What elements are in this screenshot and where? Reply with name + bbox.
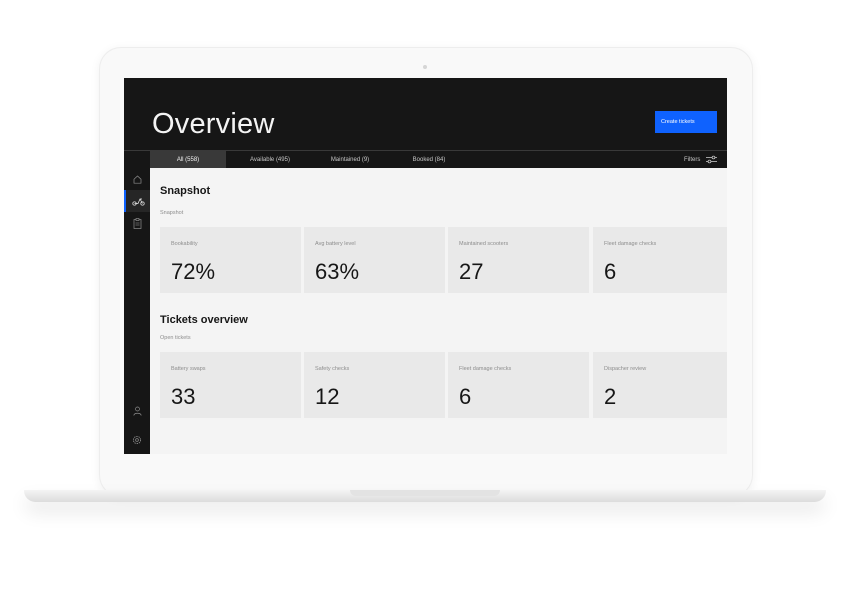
home-icon [133,175,141,184]
ticket-tile: Safety checks 12 [304,352,445,418]
clipboard-icon [133,217,141,229]
kpi-value: 63% [315,259,360,284]
kpi-tile: Maintained scooters 27 [448,227,589,293]
create-tickets-button[interactable]: Create tickets [655,111,717,133]
ticket-label: Fleet damage checks [459,366,512,372]
ticket-tile: Fleet damage checks 6 [448,352,589,418]
kpi-label: Maintained scooters [459,241,509,247]
kpi-tile: Avg battery level 63% [304,227,445,293]
sidebar [124,168,150,454]
kpi-value: 6 [604,259,617,284]
laptop-screen: Overview Create tickets All (558) Availa… [124,78,727,454]
sidebar-item-home[interactable] [124,168,150,190]
tab-booked[interactable]: Booked (84) [390,151,468,169]
sidebar-item-scooters[interactable] [124,190,150,212]
ticket-value: 2 [604,384,617,409]
main-content: Snapshot Snapshot Bookability 72% Avg ba… [150,168,727,454]
filters-button[interactable]: Filters [684,151,717,169]
ticket-tile: Dispacher review 2 [593,352,727,418]
ticket-label: Dispacher review [604,366,647,372]
page-title: Overview [152,108,275,140]
ticket-value: 33 [171,384,196,409]
sliders-icon [706,155,717,164]
tab-all[interactable]: All (558) [150,151,226,169]
page-header: Overview Create tickets [124,78,727,150]
snapshot-title: Snapshot [160,185,211,197]
laptop-base-notch [350,490,500,496]
kpi-value: 72% [171,259,216,284]
ticket-value: 6 [459,384,472,409]
camera [423,65,427,69]
kpi-tile: Fleet damage checks 6 [593,227,727,293]
kpi-label: Bookability [171,241,198,247]
sidebar-item-settings[interactable] [124,429,150,451]
sidebar-item-profile[interactable] [124,400,150,422]
kpi-value: 27 [459,259,484,284]
ticket-tile: Battery swaps 33 [160,352,301,418]
ticket-label: Battery swaps [171,366,206,372]
scooter-icon [131,198,145,206]
tab-available[interactable]: Available (495) [226,151,314,169]
kpi-tile: Bookability 72% [160,227,301,293]
ticket-value: 12 [315,384,340,409]
snapshot-subtitle: Snapshot [160,210,184,216]
kpi-label: Fleet damage checks [604,241,657,247]
filters-label: Filters [683,157,701,163]
tab-maintained[interactable]: Maintained (9) [314,151,386,169]
kpi-label: Avg battery level [315,241,356,247]
tab-bar: All (558) Available (495) Maintained (9)… [124,150,727,169]
sidebar-item-tasks[interactable] [124,212,150,234]
user-icon [132,406,142,416]
tickets-overview-subtitle: Open tickets [160,335,191,341]
ticket-label: Safety checks [315,366,350,372]
settings-icon [132,435,142,445]
tickets-overview-title: Tickets overview [160,314,248,326]
